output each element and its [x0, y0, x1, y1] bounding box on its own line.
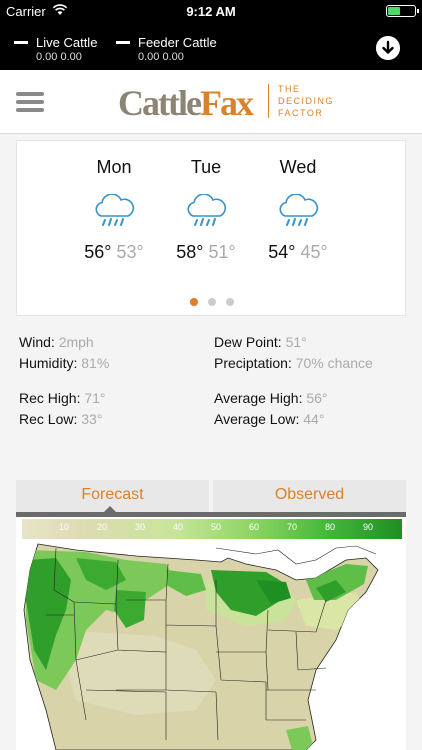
page-dot[interactable] — [226, 298, 234, 306]
map-tabs: Forecast Observed — [16, 480, 406, 512]
dash-icon — [116, 41, 130, 44]
temp-low: 45° — [300, 242, 328, 262]
legend-tick: 10 — [58, 522, 69, 532]
dew-point-row: Dew Point: 51° — [214, 334, 307, 350]
legend-tick: 90 — [362, 522, 373, 532]
active-tab-pointer — [104, 506, 116, 512]
precipitation-map[interactable]: 10 20 30 40 50 60 70 80 90 — [16, 517, 406, 750]
rain-cloud-icon — [279, 194, 318, 226]
logo-tagline: THE DECIDING FACTOR — [278, 84, 335, 118]
battery-icon — [386, 5, 419, 17]
legend-tick: 40 — [172, 522, 183, 532]
ticker-name: Feeder Cattle — [138, 35, 217, 50]
logo-divider — [268, 84, 269, 118]
ticker-values: 0.00 0.00 — [36, 51, 82, 63]
temp-low: 53° — [116, 242, 144, 262]
wind-row: Wind: 2mph — [19, 334, 94, 350]
rec-high-row: Rec High: 71° — [19, 390, 106, 406]
temp-low: 51° — [208, 242, 236, 262]
day-name: Tue — [190, 157, 222, 177]
logo-wordmark: CattleFax — [118, 83, 254, 123]
legend-tick: 50 — [210, 522, 221, 532]
ticker-values: 0.00 0.00 — [138, 51, 184, 63]
humidity-row: Humidity: 81% — [19, 355, 110, 371]
ticker-name: Live Cattle — [36, 35, 98, 50]
legend-tick: 30 — [134, 522, 145, 532]
app-header: CattleFax THE DECIDING FACTOR — [0, 70, 422, 134]
forecast-day: Wed 54° 45° — [253, 157, 343, 263]
status-bar: Carrier 9:12 AM — [0, 0, 422, 22]
temp-high: 58° — [176, 242, 204, 262]
forecast-day: Tue 58° 51° — [161, 157, 251, 263]
legend-tick: 70 — [286, 522, 297, 532]
page-dot[interactable] — [208, 298, 216, 306]
rain-cloud-icon — [187, 194, 226, 226]
market-ticker: Live Cattle 0.00 0.00 Feeder Cattle 0.00… — [0, 22, 422, 70]
precipitation-row: Preciptation: 70% chance — [214, 355, 373, 371]
legend-tick: 60 — [248, 522, 259, 532]
tab-observed[interactable]: Observed — [213, 480, 406, 512]
temp-high: 56° — [84, 242, 112, 262]
legend-tick: 20 — [96, 522, 107, 532]
us-map — [23, 543, 379, 750]
day-name: Mon — [96, 157, 132, 177]
clock: 9:12 AM — [186, 4, 236, 19]
forecast-day: Mon 56° 53° — [69, 157, 159, 263]
menu-icon[interactable] — [16, 92, 44, 112]
page-dot-active[interactable] — [190, 298, 198, 306]
rec-low-row: Rec Low: 33° — [19, 411, 103, 427]
map-legend-scale: 10 20 30 40 50 60 70 80 90 — [22, 519, 402, 539]
day-name: Wed — [279, 157, 317, 177]
dash-icon — [14, 41, 28, 44]
forecast-card[interactable]: Mon 56° 53° Tue 58° 51° Wed 54° 45° — [16, 140, 406, 316]
download-icon[interactable] — [376, 36, 400, 60]
average-low-row: Average Low: 44° — [214, 411, 325, 427]
average-high-row: Average High: 56° — [214, 390, 328, 406]
rain-cloud-icon — [95, 194, 134, 226]
page-indicator[interactable] — [17, 293, 407, 311]
legend-tick: 80 — [324, 522, 335, 532]
temp-high: 54° — [268, 242, 296, 262]
